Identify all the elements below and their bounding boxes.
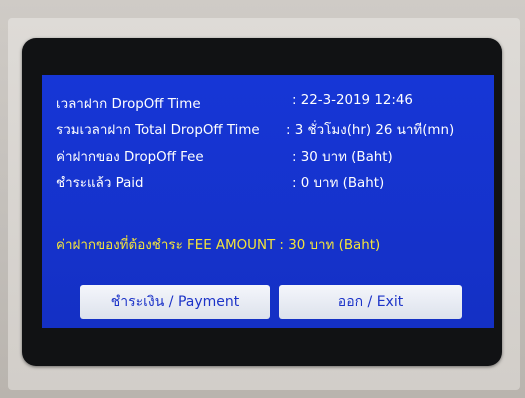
exit-button[interactable]: ออก / Exit	[279, 285, 462, 319]
kiosk-screen: เวลาฝาก DropOff Time : 22-3-2019 12:46 ร…	[42, 75, 494, 328]
dropoff-time-value: : 22-3-2019 12:46	[292, 93, 413, 108]
dropoff-time-label: เวลาฝาก DropOff Time	[56, 97, 201, 112]
payment-button-label: ชำระเงิน / Payment	[110, 294, 240, 310]
total-dropoff-time-row: รวมเวลาฝาก Total DropOff Time : 3 ชั่วโม…	[56, 119, 486, 141]
paid-value: : 0 บาท (Baht)	[292, 176, 385, 191]
paid-label: ชำระแล้ว Paid	[56, 176, 144, 191]
total-dropoff-time-label: รวมเวลาฝาก Total DropOff Time	[56, 123, 260, 138]
dropoff-fee-value: : 30 บาท (Baht)	[292, 150, 393, 165]
dropoff-fee-label: ค่าฝากของ DropOff Fee	[56, 150, 204, 165]
total-dropoff-time-value: : 3 ชั่วโมง(hr) 26 นาที(mn)	[286, 123, 455, 138]
paid-row: ชำระแล้ว Paid : 0 บาท (Baht)	[56, 172, 486, 194]
dropoff-fee-row: ค่าฝากของ DropOff Fee : 30 บาท (Baht)	[56, 146, 486, 168]
exit-button-label: ออก / Exit	[337, 294, 404, 310]
fee-amount-text: ค่าฝากของที่ต้องชำระ FEE AMOUNT : 30 บาท…	[56, 238, 381, 253]
payment-button[interactable]: ชำระเงิน / Payment	[80, 285, 270, 319]
dropoff-time-row: เวลาฝาก DropOff Time : 22-3-2019 12:46	[56, 93, 486, 115]
